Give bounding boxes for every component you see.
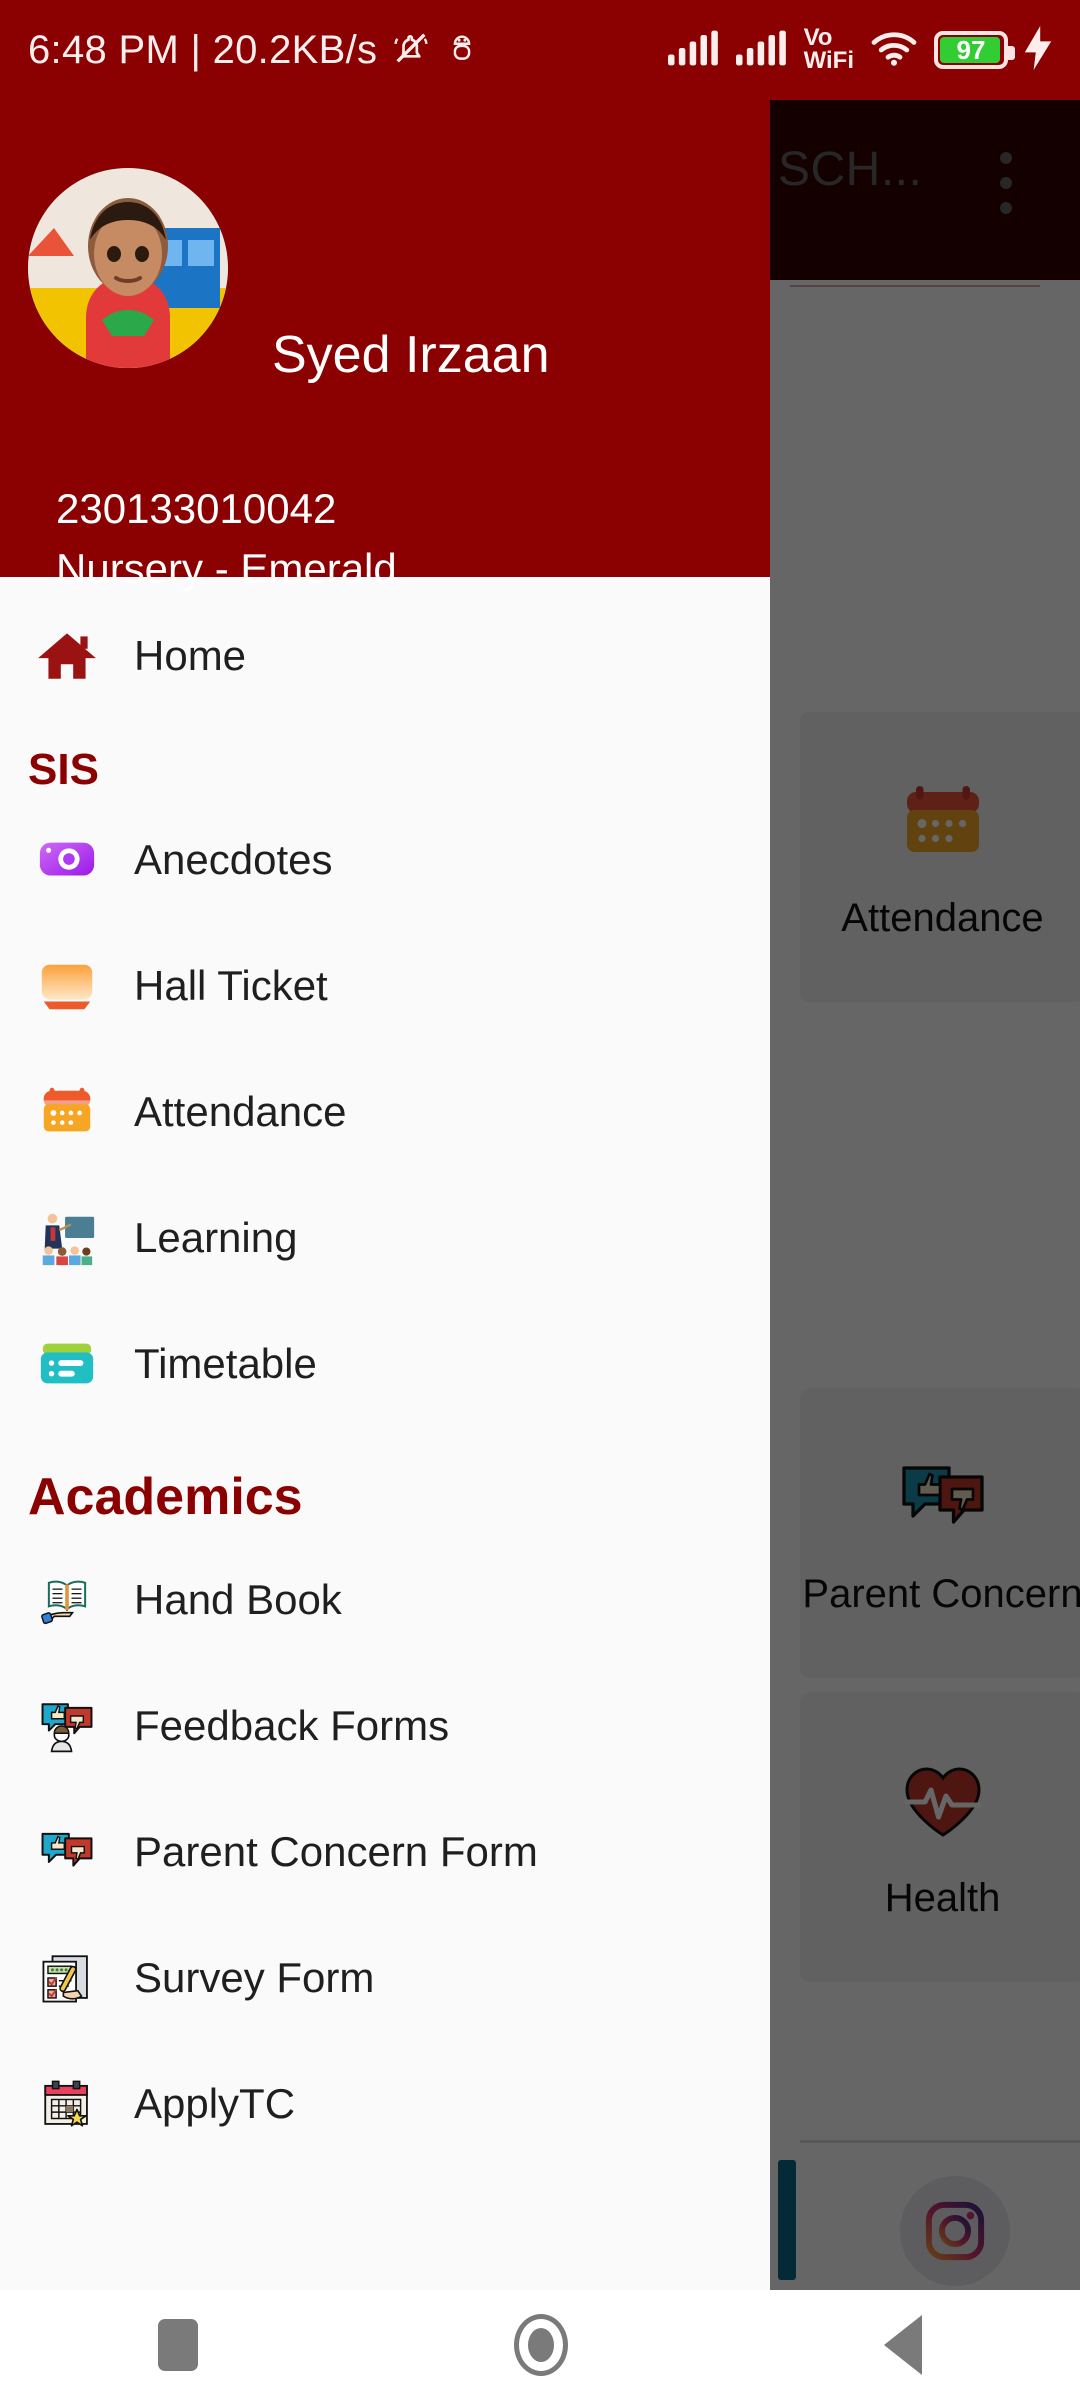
background-tile-label: Attendance (841, 895, 1044, 940)
background-tile-label: Parent Concern (802, 1571, 1080, 1616)
profile-name: Syed Irzaan (272, 326, 550, 384)
nav-item-feedback-forms[interactable]: Feedback Forms (0, 1683, 770, 1769)
vowifi-line-2: WiFi (803, 47, 854, 74)
nav-item-label: Timetable (134, 1340, 317, 1387)
triangle-back-icon[interactable] (884, 2315, 922, 2375)
charging-bolt-icon (1024, 25, 1052, 75)
nav-item-label: Hand Book (134, 1576, 342, 1623)
nav-item-hand-book[interactable]: Hand Book (0, 1557, 770, 1643)
instagram-icon[interactable] (900, 2176, 1010, 2286)
profile-class-section: Nursery - Emerald (56, 545, 397, 592)
drawer-profile-header: Syed Irzaan 230133010042 Nursery - Emera… (0, 100, 770, 592)
signal-bars-icon (735, 30, 788, 71)
camera-icon (28, 821, 106, 899)
ticket-card-icon (28, 947, 106, 1025)
nav-item-label: Feedback Forms (134, 1702, 450, 1749)
square-recents-icon[interactable] (158, 2319, 198, 2371)
nav-item-hall-ticket[interactable]: Hall Ticket (0, 943, 770, 1029)
status-bar-right: Vo WiFi 97 (667, 25, 1052, 75)
wifi-icon (870, 30, 918, 71)
bug-icon (445, 31, 479, 70)
calendar-star-icon (28, 2065, 106, 2143)
section-header-academics: Academics (28, 1468, 303, 1526)
background-app-title: SCH... (778, 143, 923, 196)
timetable-list-icon (28, 1325, 106, 1403)
status-clock-network: 6:48 PM | 20.2KB/s (28, 27, 378, 72)
open-book-hand-icon (28, 1561, 106, 1639)
section-header-sis: SIS (28, 745, 99, 794)
circle-home-icon[interactable] (514, 2314, 568, 2376)
background-tile-label: Health (884, 1875, 1001, 1920)
three-dot-menu-icon[interactable] (1000, 152, 1012, 214)
battery-percent-label: 97 (956, 35, 986, 65)
status-bar: 6:48 PM | 20.2KB/s Vo WiFi 97 (0, 0, 1080, 100)
nav-item-attendance[interactable]: Attendance (0, 1069, 770, 1155)
nav-item-label: Home (134, 632, 247, 679)
signal-bars-icon (667, 30, 720, 71)
nav-item-learning[interactable]: Learning (0, 1195, 770, 1281)
feedback-bubbles-icon (895, 1450, 991, 1546)
nav-item-label: Attendance (134, 1088, 347, 1135)
background-tile-attendance[interactable]: Attendance (800, 712, 1080, 1002)
nav-item-label: Anecdotes (134, 836, 333, 883)
status-bar-left: 6:48 PM | 20.2KB/s (28, 28, 479, 73)
nav-item-label: Survey Form (134, 1954, 375, 2001)
feedback-person-icon (28, 1687, 106, 1765)
nav-item-parent-concern-form[interactable]: Parent Concern Form (0, 1809, 770, 1895)
nav-item-label: Learning (134, 1214, 298, 1261)
calendar-icon (895, 774, 991, 870)
avatar[interactable] (28, 168, 228, 368)
survey-clipboard-icon (28, 1939, 106, 2017)
nav-item-label: Hall Ticket (134, 962, 328, 1009)
background-tile-health[interactable]: Health (800, 1692, 1080, 1982)
drawer-menu: Home SIS Anecdotes Hall Ticket Attendanc… (0, 613, 770, 2147)
profile-admission-number: 230133010042 (56, 485, 337, 532)
system-navigation-bar (0, 2290, 1080, 2400)
nav-item-label: Parent Concern Form (134, 1828, 538, 1875)
feedback-bubbles-icon (28, 1813, 106, 1891)
navigation-drawer[interactable]: Syed Irzaan 230133010042 Nursery - Emera… (0, 100, 770, 2290)
nav-item-timetable[interactable]: Timetable (0, 1321, 770, 1407)
nav-item-apply-tc[interactable]: ApplyTC (0, 2061, 770, 2147)
nav-item-home[interactable]: Home (0, 613, 770, 699)
background-divider (790, 285, 1040, 287)
teacher-classroom-icon (28, 1199, 106, 1277)
facebook-icon[interactable] (778, 2160, 796, 2280)
nav-item-anecdotes[interactable]: Anecdotes (0, 817, 770, 903)
battery-indicator: 97 (934, 31, 1015, 69)
home-icon (28, 617, 106, 695)
nav-item-label: ApplyTC (134, 2080, 296, 2127)
background-footer-divider (800, 2140, 1080, 2143)
heart-pulse-icon (895, 1754, 991, 1850)
background-tile-parent-concern[interactable]: Parent Concern (800, 1388, 1080, 1678)
bell-muted-icon (391, 28, 431, 73)
nav-item-survey-form[interactable]: Survey Form (0, 1935, 770, 2021)
vowifi-icon: Vo WiFi (803, 26, 854, 74)
calendar-icon (28, 1073, 106, 1151)
